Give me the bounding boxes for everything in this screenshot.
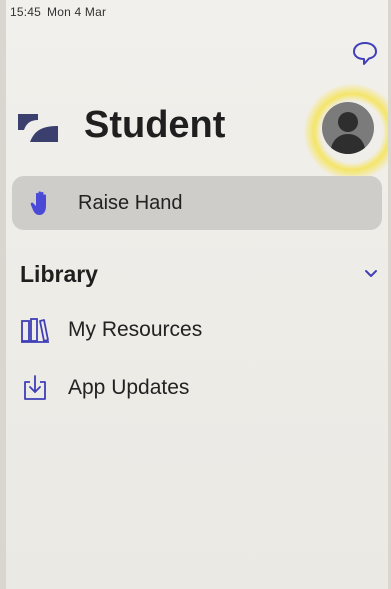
library-title: Library [20, 260, 98, 287]
books-icon [21, 318, 49, 343]
status-bar: 15:45 Mon 4 Mar [10, 5, 106, 19]
person-silhouette-icon [330, 112, 366, 154]
nav-item-app-updates[interactable]: App Updates [20, 374, 189, 402]
page-title: Student [84, 104, 226, 146]
raised-hand-icon [30, 191, 46, 215]
nav-item-label: My Resources [68, 318, 203, 341]
download-tray-icon [24, 375, 46, 400]
nav-item-label: App Updates [68, 376, 190, 399]
nav-item-my-resources[interactable]: My Resources [20, 316, 202, 344]
raise-hand-button[interactable]: Raise Hand [12, 176, 382, 230]
app-screen: 15:45 Mon 4 Mar Student Raise Hand Librar… [6, 0, 388, 589]
raise-hand-label: Raise Hand [78, 191, 183, 214]
library-section-header[interactable]: Library [20, 258, 378, 290]
status-date: Mon 4 Mar [47, 5, 107, 19]
status-time: 15:45 [10, 5, 42, 19]
chat-bubble-icon[interactable] [350, 38, 380, 68]
header: Student [12, 84, 388, 180]
chevron-down-icon[interactable] [364, 269, 378, 279]
app-logo-icon [18, 114, 58, 142]
avatar[interactable] [322, 102, 374, 154]
